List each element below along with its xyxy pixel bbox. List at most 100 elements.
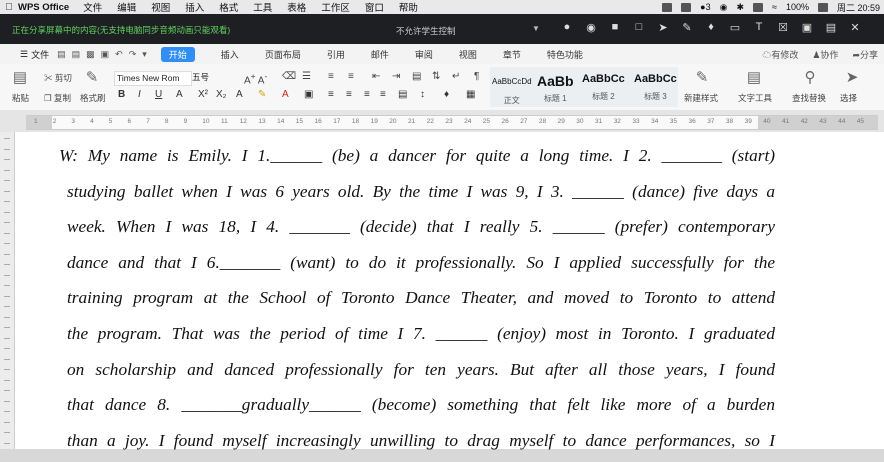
line-spacing-icon[interactable]: ↕ [420, 89, 425, 100]
superscript-button[interactable]: X² [198, 89, 208, 100]
copy-button[interactable]: ❐ 复制 [44, 92, 71, 104]
share-button[interactable]: ➦分享 [852, 48, 878, 61]
document-body[interactable]: W: My name is Emily. I 1.______ (be) a d… [59, 142, 775, 462]
italic-button[interactable]: I [138, 89, 141, 100]
text-tool-icon[interactable]: ▤ [744, 68, 764, 86]
eraser-icon[interactable]: ▭ [728, 21, 742, 35]
menu-file[interactable]: 文件 [83, 0, 102, 14]
select-button[interactable]: 选择 [840, 92, 857, 104]
apple-icon[interactable]:  [0, 2, 18, 13]
new-style-icon[interactable]: ✎ [692, 68, 712, 86]
align-left-icon[interactable]: ≡ [328, 89, 334, 100]
format-painter-icon[interactable]: ✎ [82, 68, 102, 86]
strikethrough-button[interactable]: A [176, 89, 183, 100]
shading-icon[interactable]: ♦ [444, 89, 449, 100]
undo-icon[interactable]: ↶ [115, 49, 123, 60]
menu-tools[interactable]: 工具 [253, 0, 272, 14]
style-normal[interactable]: AaBbCcDd 正文 [492, 73, 532, 106]
font-grow-button[interactable]: A+ A- [244, 71, 267, 86]
window-icon[interactable]: □ [632, 21, 646, 35]
distributed-align-icon[interactable]: ▤ [398, 89, 407, 100]
search-icon[interactable]: ⚲ [800, 68, 820, 86]
file-menu-button[interactable]: ☰ 文件 [20, 48, 49, 61]
chat-icon[interactable]: ◉ [584, 21, 598, 35]
chevron-down-icon[interactable]: ▼ [532, 24, 540, 33]
align-right-icon[interactable]: ≡ [364, 89, 370, 100]
collab-button[interactable]: ♟协作 [812, 48, 838, 61]
tab-page-layout[interactable]: 页面布局 [265, 48, 301, 61]
mic-icon[interactable]: ● [560, 21, 574, 35]
menu-insert[interactable]: 插入 [185, 0, 204, 14]
battery-label[interactable]: 100% [786, 2, 809, 12]
save-icon[interactable]: ▤ [57, 49, 66, 60]
new-style-button[interactable]: 新建样式 [684, 92, 718, 104]
tab-special-features[interactable]: 特色功能 [547, 48, 583, 61]
menu-format[interactable]: 格式 [219, 0, 238, 14]
horizontal-ruler[interactable]: 1 2 3 4 5 6 7 8 9 10 11 12 13 14 15 16 17 18 19 20 21 22 23 24 2… [26, 115, 878, 130]
paragraph-icon[interactable]: ¶ [474, 71, 479, 82]
menu-help[interactable]: 帮助 [399, 0, 418, 14]
align-justify-icon[interactable]: ≡ [380, 89, 386, 100]
image-icon[interactable]: ▣ [800, 21, 814, 35]
close-icon[interactable]: ✕ [848, 21, 862, 35]
borders-icon[interactable]: ▦ [466, 89, 475, 100]
show-marks-icon[interactable]: ↵ [452, 71, 460, 82]
pen-icon[interactable]: ✎ [680, 21, 694, 35]
paste-icon[interactable]: ▤ [10, 68, 30, 86]
menu-workspace[interactable]: 工作区 [321, 0, 350, 14]
bold-button[interactable]: B [118, 89, 125, 100]
tab-references[interactable]: 引用 [327, 48, 345, 61]
menu-table[interactable]: 表格 [287, 0, 306, 14]
style-heading3[interactable]: AaBbCc 标题 3 [634, 73, 677, 102]
highlight-icon[interactable]: ✎ [258, 89, 266, 100]
print-icon[interactable]: ▩ [86, 49, 95, 60]
redo-icon[interactable]: ↷ [129, 49, 137, 60]
font-size-select[interactable]: 五号 [192, 71, 238, 84]
menu-edit[interactable]: 编辑 [117, 0, 136, 14]
underline-button[interactable]: U [155, 89, 162, 100]
cut-button[interactable]: ✂ 剪切 [44, 72, 72, 84]
marker-icon[interactable]: ♦ [704, 21, 718, 35]
bullet-list-icon[interactable]: ≡ [328, 71, 334, 82]
app-name-menu[interactable]: WPS Office [18, 2, 69, 13]
indent-decrease-icon[interactable]: ⇤ [372, 71, 380, 82]
text-effect-button[interactable]: A [236, 89, 243, 100]
find-replace-button[interactable]: 查找替换 [792, 92, 826, 104]
clear-format-icon[interactable]: ⌫ [282, 71, 296, 82]
wechat-icon[interactable]: ●3 [700, 2, 710, 12]
tab-home[interactable]: 开始 [160, 46, 195, 62]
menu-window[interactable]: 窗口 [365, 0, 384, 14]
save-icon[interactable]: ▤ [824, 21, 838, 35]
sort-icon[interactable]: ⇅ [432, 71, 440, 82]
chevron-down-icon[interactable]: ▾ [142, 49, 147, 60]
indent-increase-icon[interactable]: ⇥ [392, 71, 400, 82]
subscript-button[interactable]: X₂ [216, 89, 227, 100]
chinese-layout-icon[interactable]: ▤ [412, 71, 421, 82]
format-painter-button[interactable]: 格式刷 [80, 92, 106, 104]
font-color-button[interactable]: A [282, 89, 289, 100]
tab-view[interactable]: 视图 [459, 48, 477, 61]
bluetooth-icon[interactable]: ✱ [736, 2, 744, 13]
numbered-list-icon[interactable]: ≡ [348, 71, 354, 82]
cursor-icon[interactable]: ➤ [842, 68, 862, 86]
char-border-icon[interactable]: ▣ [304, 89, 313, 100]
document-page[interactable]: W: My name is Emily. I 1.______ (be) a d… [15, 132, 884, 450]
comment-icon[interactable]: ■ [608, 21, 622, 35]
input-method-icon[interactable] [752, 2, 763, 12]
export-icon[interactable]: ▤ [72, 49, 81, 60]
font-name-select[interactable]: Times New Rom [114, 71, 192, 86]
tab-sections[interactable]: 章节 [503, 48, 521, 61]
wifi-icon[interactable]: ≈ [772, 2, 777, 12]
style-heading2[interactable]: AaBbCc 标题 2 [582, 73, 625, 102]
tab-insert[interactable]: 插入 [221, 48, 239, 61]
tab-review[interactable]: 审阅 [415, 48, 433, 61]
screen-share-icon[interactable] [662, 2, 673, 12]
menu-view[interactable]: 视图 [151, 0, 170, 14]
paste-button[interactable]: 粘贴 [12, 92, 29, 104]
clock[interactable]: 周二 20:59 [837, 1, 880, 14]
control-center-icon[interactable]: ◉ [720, 2, 728, 13]
delete-icon[interactable]: ☒ [776, 21, 790, 35]
style-heading1[interactable]: AaBb 标题 1 [537, 73, 574, 104]
preview-icon[interactable]: ▣ [101, 49, 110, 60]
vertical-ruler[interactable] [0, 132, 15, 449]
